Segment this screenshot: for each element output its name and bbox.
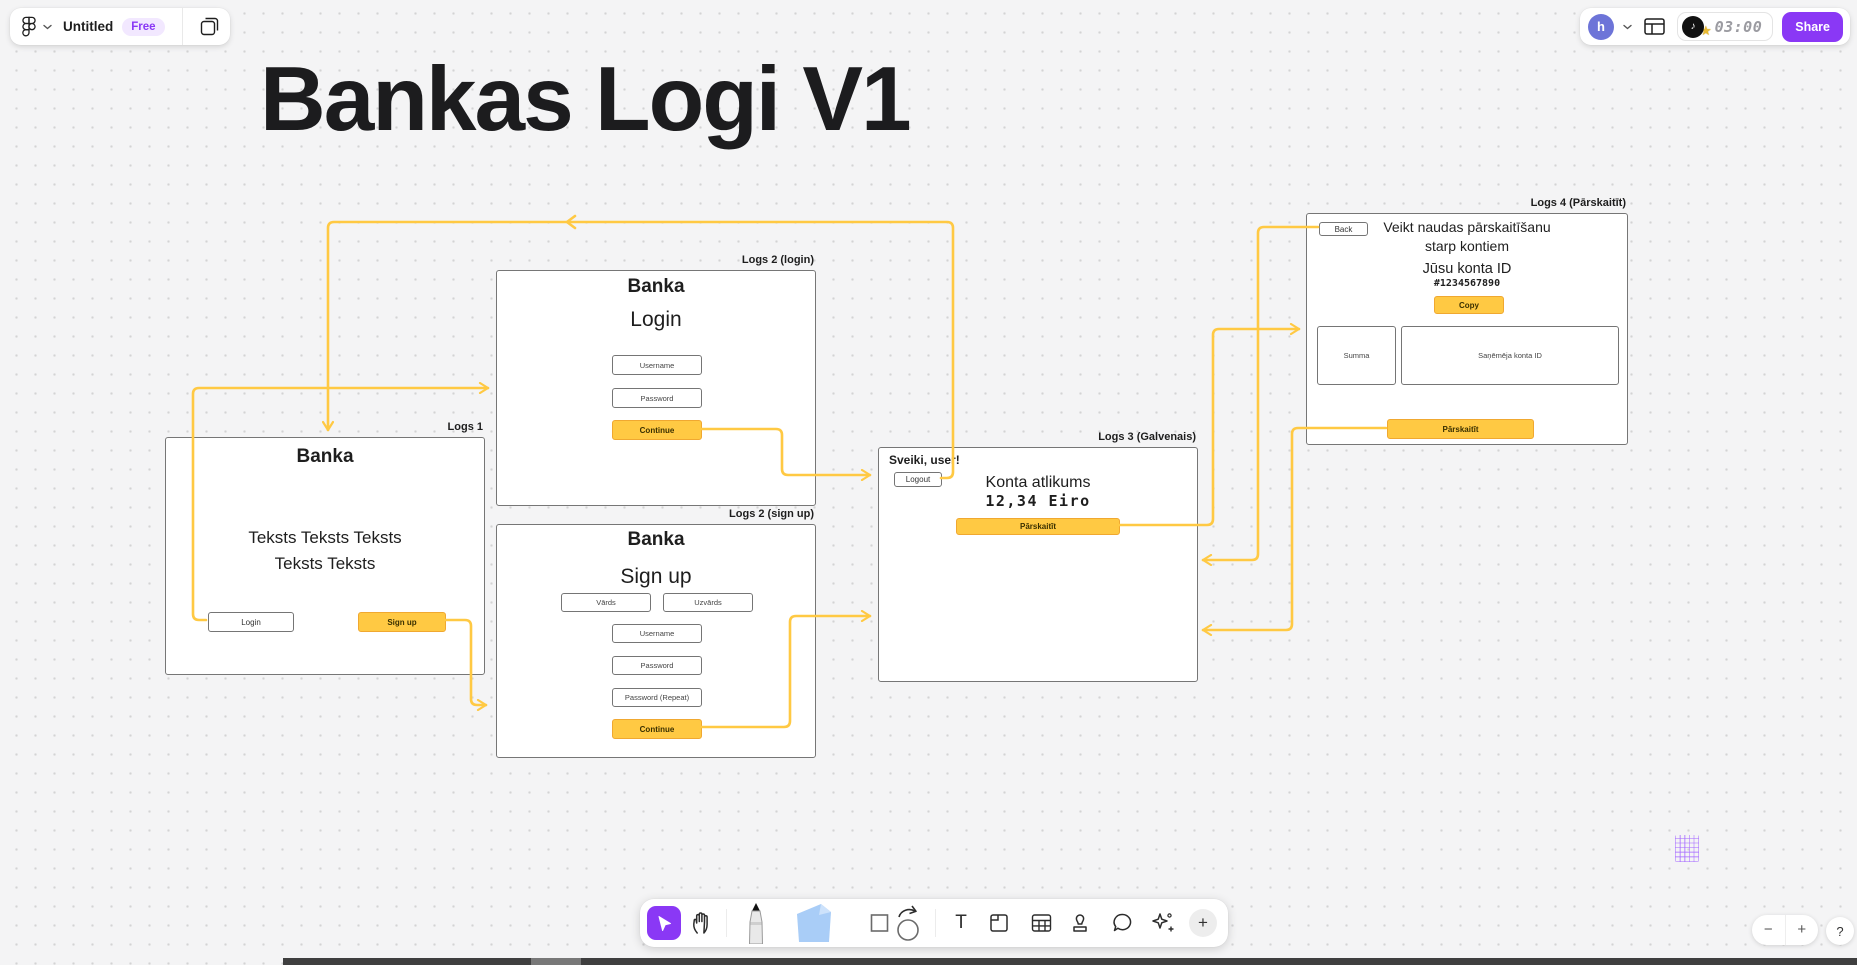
avatar[interactable]: h xyxy=(1588,14,1614,40)
stamp-icon xyxy=(1070,913,1090,934)
logs3-balance-label[interactable]: Konta atlikums xyxy=(879,474,1197,492)
sticky-note-tool[interactable] xyxy=(790,902,836,944)
topbar-divider xyxy=(182,8,183,45)
comment-tool[interactable] xyxy=(1109,913,1135,934)
logs2-signup-password-field[interactable]: Password xyxy=(612,656,702,675)
logs1-login-button[interactable]: Login xyxy=(208,612,294,632)
hand-icon xyxy=(691,912,712,935)
frame-logs1-label[interactable]: Logs 1 xyxy=(448,421,483,433)
frame-logs2-signup-label[interactable]: Logs 2 (sign up) xyxy=(729,508,814,520)
zoom-controls: − + xyxy=(1752,915,1818,945)
logs1-body-line2: Teksts Teksts xyxy=(275,554,376,573)
select-tool[interactable] xyxy=(647,906,681,940)
logs2-login-banka-heading[interactable]: Banka xyxy=(497,276,815,298)
horizontal-scrollbar[interactable] xyxy=(283,958,1857,965)
music-note-glyph: ♪ xyxy=(1690,21,1695,32)
zoom-out-button[interactable]: − xyxy=(1752,915,1785,945)
shape-square-tool[interactable] xyxy=(868,914,890,933)
frame-logs3-label[interactable]: Logs 3 (Galvenais) xyxy=(1098,431,1196,443)
logs2-login-continue-button[interactable]: Continue xyxy=(612,420,702,440)
frame-logs4-label[interactable]: Logs 4 (Pārskaitīt) xyxy=(1531,197,1626,209)
logs2-signup-firstname-field[interactable]: Vārds xyxy=(561,593,651,612)
logs1-banka-heading[interactable]: Banka xyxy=(166,446,484,468)
logs2-login-password-field[interactable]: Password xyxy=(612,388,702,408)
marker-pen-icon xyxy=(744,902,768,944)
speech-bubble-icon xyxy=(1112,913,1133,934)
frame-logs2-login-label[interactable]: Logs 2 (login) xyxy=(742,254,814,266)
frame-logs2-login[interactable]: Logs 2 (login) Banka Login Username Pass… xyxy=(496,270,816,506)
frame-logs4[interactable]: Logs 4 (Pārskaitīt) Back Veikt naudas pā… xyxy=(1306,213,1628,445)
arrow-and-circle-icon xyxy=(895,903,925,943)
logs3-greeting-text[interactable]: Sveiki, user! xyxy=(889,453,960,467)
logs2-login-subheading[interactable]: Login xyxy=(497,308,815,332)
plus-icon: + xyxy=(1189,909,1217,937)
frame-logs3[interactable]: Logs 3 (Galvenais) Sveiki, user! Logout … xyxy=(878,447,1198,682)
connector-back-to-logs3 xyxy=(1203,227,1318,560)
plan-badge[interactable]: Free xyxy=(122,18,164,36)
table-tool[interactable] xyxy=(1028,914,1054,933)
logs2-signup-username-field[interactable]: Username xyxy=(612,624,702,643)
zoom-in-button[interactable]: + xyxy=(1786,915,1819,945)
scrollbar-thumb[interactable] xyxy=(531,958,581,965)
toolbar-divider xyxy=(726,909,727,937)
share-button[interactable]: Share xyxy=(1782,12,1843,42)
logs4-title-text[interactable]: Veikt naudas pārskaitīšanu starp kontiem xyxy=(1307,218,1627,256)
logs3-balance-value[interactable]: 12,34 Eiro xyxy=(879,492,1197,510)
logs2-signup-lastname-field[interactable]: Uzvārds xyxy=(663,593,753,612)
toolbar-divider xyxy=(935,909,936,937)
ai-sparkle-tool[interactable] xyxy=(1148,911,1176,935)
connector-logs4transfer-to-logs3 xyxy=(1203,428,1386,630)
square-shape-icon xyxy=(870,914,889,933)
hand-tool[interactable] xyxy=(686,912,716,935)
text-tool[interactable]: T xyxy=(948,912,974,934)
logs4-recipient-field[interactable]: Saņēmēja konta ID xyxy=(1401,326,1619,385)
logs2-signup-banka-heading[interactable]: Banka xyxy=(497,529,815,551)
topbar-right-pill: h ♪ ★ 03:00 Share xyxy=(1580,8,1850,45)
vinyl-record-icon: ♪ xyxy=(1682,16,1704,38)
logs4-copy-button[interactable]: Copy xyxy=(1434,296,1504,314)
logs2-signup-continue-button[interactable]: Continue xyxy=(612,719,702,739)
logs4-transfer-button[interactable]: Pārskaitīt xyxy=(1387,419,1534,439)
minimap-layout-icon[interactable] xyxy=(1644,18,1665,35)
logs4-amount-field[interactable]: Summa xyxy=(1317,326,1396,385)
sparkle-icon xyxy=(1150,911,1174,935)
logs4-account-id-label[interactable]: Jūsu konta ID xyxy=(1307,261,1627,277)
purple-grid-doodle[interactable] xyxy=(1675,835,1699,862)
document-title[interactable]: Untitled xyxy=(63,19,113,34)
logs4-title-line2: starp kontiem xyxy=(1425,238,1509,254)
main-menu-chevron-icon[interactable] xyxy=(43,24,52,30)
logs1-body-text[interactable]: Teksts Teksts Teksts Teksts Teksts xyxy=(166,525,484,577)
music-timer-widget[interactable]: ♪ ★ 03:00 xyxy=(1677,12,1773,41)
canvas-title-text[interactable]: Bankas Logi V1 xyxy=(260,48,910,152)
logs2-signup-password-repeat-field[interactable]: Password (Repeat) xyxy=(612,688,702,707)
topbar-left-pill: Untitled Free xyxy=(10,8,230,45)
help-button[interactable]: ? xyxy=(1826,917,1854,945)
table-icon xyxy=(1031,914,1052,933)
frame-logs1[interactable]: Logs 1 Banka Teksts Teksts Teksts Teksts… xyxy=(165,437,485,675)
logs4-title-line1: Veikt naudas pārskaitīšanu xyxy=(1383,219,1550,235)
timer-value: 03:00 xyxy=(1715,18,1763,36)
logs2-signup-subheading[interactable]: Sign up xyxy=(497,565,815,589)
logs1-signup-button[interactable]: Sign up xyxy=(358,612,446,632)
logs2-login-username-field[interactable]: Username xyxy=(612,355,702,375)
avatar-chevron-icon[interactable] xyxy=(1623,24,1632,30)
figma-logo-icon[interactable] xyxy=(22,16,36,37)
cursor-icon xyxy=(656,915,673,932)
sticky-note-icon xyxy=(791,902,835,944)
pages-overview-button[interactable] xyxy=(190,8,230,45)
figjam-toolbar: T xyxy=(640,899,1228,947)
connector-shape-tool[interactable] xyxy=(894,903,926,943)
logs3-transfer-button[interactable]: Pārskaitīt xyxy=(956,518,1120,535)
marker-tool[interactable] xyxy=(739,902,773,944)
text-tool-icon: T xyxy=(955,912,967,934)
stamp-tool[interactable] xyxy=(1067,913,1093,934)
section-tool[interactable] xyxy=(986,913,1012,933)
frame-logs2-signup[interactable]: Logs 2 (sign up) Banka Sign up Vārds Uzv… xyxy=(496,524,816,758)
connector-mid-arrowhead xyxy=(567,216,575,228)
section-icon xyxy=(989,913,1009,933)
logs1-body-line1: Teksts Teksts Teksts xyxy=(248,528,401,547)
more-tools-button[interactable]: + xyxy=(1189,909,1217,937)
figjam-canvas[interactable]: Bankas Logi V1 Logs 1 Banka Teksts Tekst… xyxy=(0,0,1857,965)
logs4-account-id-value[interactable]: #1234567890 xyxy=(1307,278,1627,289)
